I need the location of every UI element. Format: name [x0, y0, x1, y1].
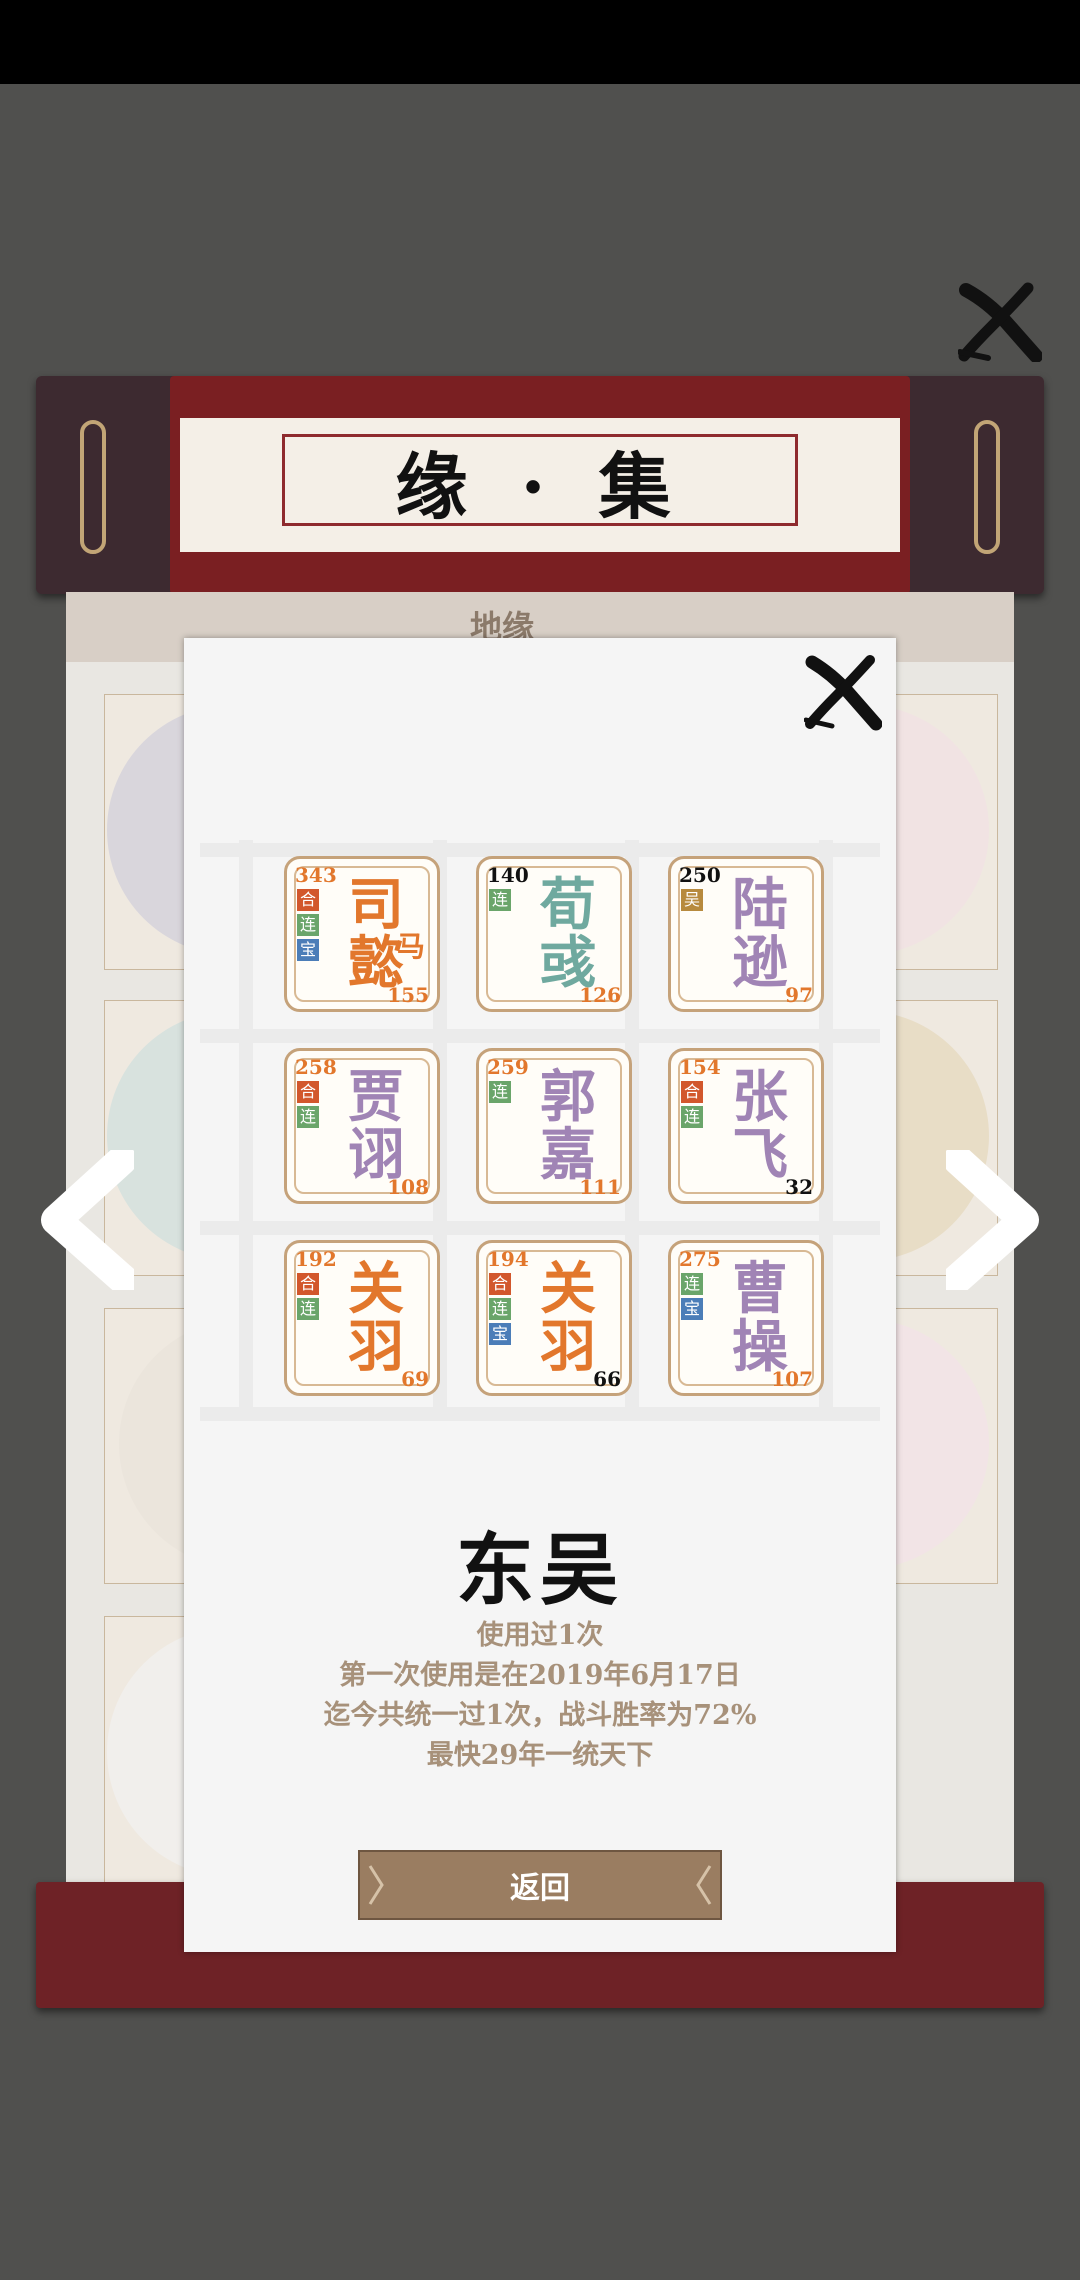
- stat-line: 最快29年一统天下: [426, 1740, 654, 1771]
- badge-column: 连宝: [681, 1273, 703, 1320]
- attribute-badge: 合: [297, 889, 319, 911]
- badge-column: 合连: [297, 1273, 319, 1320]
- general-name: 关羽: [523, 1261, 613, 1377]
- close-icon[interactable]: [804, 654, 882, 732]
- attribute-badge: 合: [681, 1081, 703, 1103]
- return-button-label: 返回: [510, 1871, 570, 1906]
- general-tile[interactable]: 140 连荀彧 126: [476, 856, 632, 1012]
- general-stat-bottom: 126: [579, 983, 621, 1007]
- general-tile[interactable]: 192 合连关羽 69: [284, 1240, 440, 1396]
- attribute-badge: 连: [297, 1106, 319, 1128]
- general-tile[interactable]: 250 吴陆逊 97: [668, 856, 824, 1012]
- general-name: 贾诩: [331, 1069, 421, 1185]
- general-name: 郭嘉: [523, 1069, 613, 1185]
- attribute-badge: 连: [489, 1298, 511, 1320]
- right-ornament-icon: [696, 1865, 712, 1905]
- general-stat-bottom: 69: [401, 1367, 429, 1391]
- attribute-badge: 合: [489, 1273, 511, 1295]
- general-stat-bottom: 66: [593, 1367, 621, 1391]
- faction-name: 东吴: [455, 1525, 624, 1616]
- general-stat-bottom: 155: [387, 983, 429, 1007]
- attribute-badge: 连: [681, 1273, 703, 1295]
- general-stat-bottom: 107: [771, 1367, 813, 1391]
- left-ornament-icon: [368, 1865, 384, 1905]
- general-name-char: 关: [540, 1257, 596, 1322]
- general-name: 陆逊: [715, 877, 805, 993]
- stat-line: 第一次使用是在2019年6月17日: [339, 1660, 741, 1691]
- general-name-extra: 马: [396, 930, 425, 963]
- attribute-badge: 连: [489, 889, 511, 911]
- return-button[interactable]: 返回: [358, 1850, 722, 1920]
- general-name-char: 荀: [540, 873, 596, 938]
- general-name: 荀彧: [523, 877, 613, 993]
- badge-column: 合连宝: [489, 1273, 511, 1345]
- general-stat-bottom: 111: [579, 1175, 621, 1199]
- attribute-badge: 吴: [681, 889, 703, 911]
- general-name: 关羽: [331, 1261, 421, 1377]
- background-close-icon[interactable]: [958, 282, 1042, 362]
- arrow-right-icon[interactable]: [946, 1150, 1046, 1290]
- attribute-badge: 连: [297, 1298, 319, 1320]
- badge-column: 连: [489, 1081, 511, 1103]
- general-tile[interactable]: 258 合连贾诩 108: [284, 1048, 440, 1204]
- general-name-char: 陆: [732, 873, 788, 938]
- badge-column: 合连: [681, 1081, 703, 1128]
- general-name: 张飞: [715, 1069, 805, 1185]
- usage-stats: 使用过1次 第一次使用是在2019年6月17日 迄今共统一过1次，战斗胜率为72…: [184, 1616, 896, 1776]
- general-tile[interactable]: 154 合连张飞 32: [668, 1048, 824, 1204]
- general-name-char: 曹: [732, 1257, 788, 1322]
- status-bar: [0, 0, 1080, 84]
- stat-line: 使用过1次: [476, 1620, 604, 1651]
- general-name-char: 贾: [348, 1065, 404, 1130]
- attribute-badge: 宝: [297, 939, 319, 961]
- general-name-char: 关: [348, 1257, 404, 1322]
- attribute-badge: 连: [681, 1106, 703, 1128]
- badge-column: 合连: [297, 1081, 319, 1128]
- attribute-badge: 合: [297, 1273, 319, 1295]
- attribute-badge: 合: [297, 1081, 319, 1103]
- scroll-knob-right: [974, 420, 1000, 554]
- badge-column: 合连宝: [297, 889, 319, 961]
- attribute-badge: 连: [489, 1081, 511, 1103]
- general-name-char: 张: [732, 1065, 788, 1130]
- general-tile[interactable]: 194 合连宝关羽 66: [476, 1240, 632, 1396]
- badge-column: 连: [489, 889, 511, 911]
- general-stat-bottom: 108: [387, 1175, 429, 1199]
- general-name: 曹操: [715, 1261, 805, 1377]
- badge-column: 吴: [681, 889, 703, 911]
- scroll-title: 缘 · 集: [282, 434, 798, 529]
- attribute-badge: 宝: [489, 1323, 511, 1345]
- general-stat-bottom: 97: [785, 983, 813, 1007]
- arrow-left-icon[interactable]: [34, 1150, 134, 1290]
- stat-line: 迄今共统一过1次，战斗胜率为72%: [323, 1700, 757, 1731]
- attribute-badge: 连: [297, 914, 319, 936]
- general-tile[interactable]: 343 合连宝司懿马 155: [284, 856, 440, 1012]
- general-tile[interactable]: 259 连郭嘉 111: [476, 1048, 632, 1204]
- general-tile[interactable]: 275 连宝曹操 107: [668, 1240, 824, 1396]
- attribute-badge: 宝: [681, 1298, 703, 1320]
- general-name-char: 郭: [540, 1065, 596, 1130]
- general-stat-bottom: 32: [785, 1175, 813, 1199]
- scroll-knob-left: [80, 420, 106, 554]
